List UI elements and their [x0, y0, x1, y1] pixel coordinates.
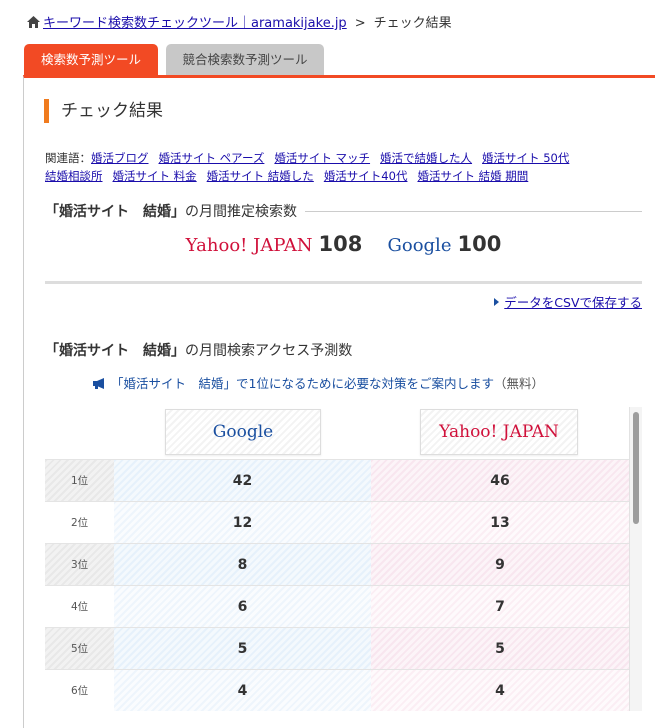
- estimate-keyword: 婚活サイト 結婚: [59, 204, 171, 220]
- access-keyword-open: 「: [45, 343, 59, 359]
- yahoo-cell: 13: [371, 502, 629, 544]
- table-row: 6位 4 4: [45, 669, 629, 711]
- home-icon: [27, 16, 40, 28]
- yahoo-column-header[interactable]: Yahoo! JAPAN: [420, 409, 578, 455]
- table-row: 1位 42 46: [45, 459, 629, 502]
- related-prefix: 関連語：: [45, 151, 91, 165]
- yahoo-label: Yahoo! JAPAN: [185, 235, 313, 256]
- access-heading: 「婚活サイト 結婚」の月間検索アクセス予測数: [45, 340, 352, 360]
- google-cell: 5: [114, 628, 371, 670]
- google-label: Google: [387, 235, 452, 256]
- estimate-heading: 「婚活サイト 結婚」の月間推定検索数: [45, 201, 642, 221]
- google-cell: 12: [114, 502, 371, 544]
- related-link[interactable]: 婚活サイト ペアーズ: [159, 151, 265, 165]
- related-link[interactable]: 婚活で結婚した人: [380, 151, 472, 165]
- access-keyword: 婚活サイト 結婚: [59, 343, 171, 359]
- related-keywords: 関連語：婚活ブログ 婚活サイト ペアーズ 婚活サイト マッチ 婚活で結婚した人 婚活サイ…: [45, 149, 645, 185]
- rank-cell: 2位: [45, 502, 114, 544]
- seo-notice-free: （無料）: [493, 376, 544, 391]
- access-suffix: の月間検索アクセス予測数: [185, 343, 353, 359]
- related-link[interactable]: 婚活サイト マッチ: [274, 151, 370, 165]
- rank-cell: 5位: [45, 628, 114, 670]
- estimate-keyword-open: 「: [45, 204, 59, 220]
- rank-cell: 3位: [45, 544, 114, 586]
- yahoo-count: 108: [318, 232, 363, 256]
- scrollbar-thumb[interactable]: [633, 412, 639, 524]
- page-title: チェック結果: [44, 99, 163, 123]
- related-link[interactable]: 婚活ブログ: [91, 151, 149, 165]
- triangle-right-icon: [494, 298, 500, 306]
- breadcrumb: キーワード検索数チェックツール｜aramakijake.jp > チェック結果: [27, 12, 452, 31]
- tab-competitor-tool[interactable]: 競合検索数予測ツール: [166, 44, 324, 75]
- yahoo-cell: 46: [371, 460, 629, 502]
- yahoo-cell: 4: [371, 670, 629, 711]
- related-link[interactable]: 婚活サイト 料金: [113, 169, 197, 183]
- google-cell: 42: [114, 460, 371, 502]
- table-row: 5位 5 5: [45, 627, 629, 670]
- table-row: 4位 6 7: [45, 585, 629, 628]
- related-link[interactable]: 婚活サイト 50代: [482, 151, 569, 165]
- tab-search-volume-tool[interactable]: 検索数予測ツール: [24, 44, 158, 75]
- google-count: 100: [457, 232, 502, 256]
- breadcrumb-separator: >: [354, 16, 366, 31]
- rank-cell: 6位: [45, 670, 114, 711]
- google-column-header[interactable]: Google: [165, 409, 321, 455]
- estimate-keyword-close: 」: [171, 204, 185, 220]
- google-cell: 8: [114, 544, 371, 586]
- table-scrollbar[interactable]: [629, 407, 642, 711]
- access-keyword-close: 」: [171, 343, 185, 359]
- megaphone-icon: [93, 378, 104, 389]
- section-divider: [45, 281, 642, 284]
- google-cell: 6: [114, 586, 371, 628]
- related-link[interactable]: 婚活サイト 結婚した: [207, 169, 314, 183]
- rank-cell: 1位: [45, 460, 114, 502]
- related-link[interactable]: 結婚相談所: [45, 169, 103, 183]
- related-link[interactable]: 婚活サイト40代: [324, 169, 408, 183]
- yahoo-cell: 5: [371, 628, 629, 670]
- table-row: 3位 8 9: [45, 543, 629, 586]
- table-row: 2位 12 13: [45, 501, 629, 544]
- yahoo-cell: 7: [371, 586, 629, 628]
- seo-notice-text: 「婚活サイト 結婚」で1位になるために必要な対策をご案内します: [111, 376, 494, 391]
- yahoo-cell: 9: [371, 544, 629, 586]
- access-table: Google Yahoo! JAPAN 1位 42 46 2位 12 13 3位…: [45, 405, 629, 711]
- csv-download-link[interactable]: データをCSVで保存する: [504, 295, 642, 310]
- estimate-suffix: の月間推定検索数: [185, 204, 297, 220]
- related-link[interactable]: 婚活サイト 結婚 期間: [417, 169, 528, 183]
- csv-download: データをCSVで保存する: [494, 292, 642, 311]
- breadcrumb-current: チェック結果: [373, 16, 452, 31]
- google-cell: 4: [114, 670, 371, 711]
- seo-notice-link[interactable]: 「婚活サイト 結婚」で1位になるために必要な対策をご案内します（無料）: [93, 373, 544, 392]
- breadcrumb-home-link[interactable]: キーワード検索数チェックツール｜aramakijake.jp: [43, 16, 347, 31]
- rank-cell: 4位: [45, 586, 114, 628]
- estimate-counts: Yahoo! JAPAN 108 Google 100: [45, 232, 642, 256]
